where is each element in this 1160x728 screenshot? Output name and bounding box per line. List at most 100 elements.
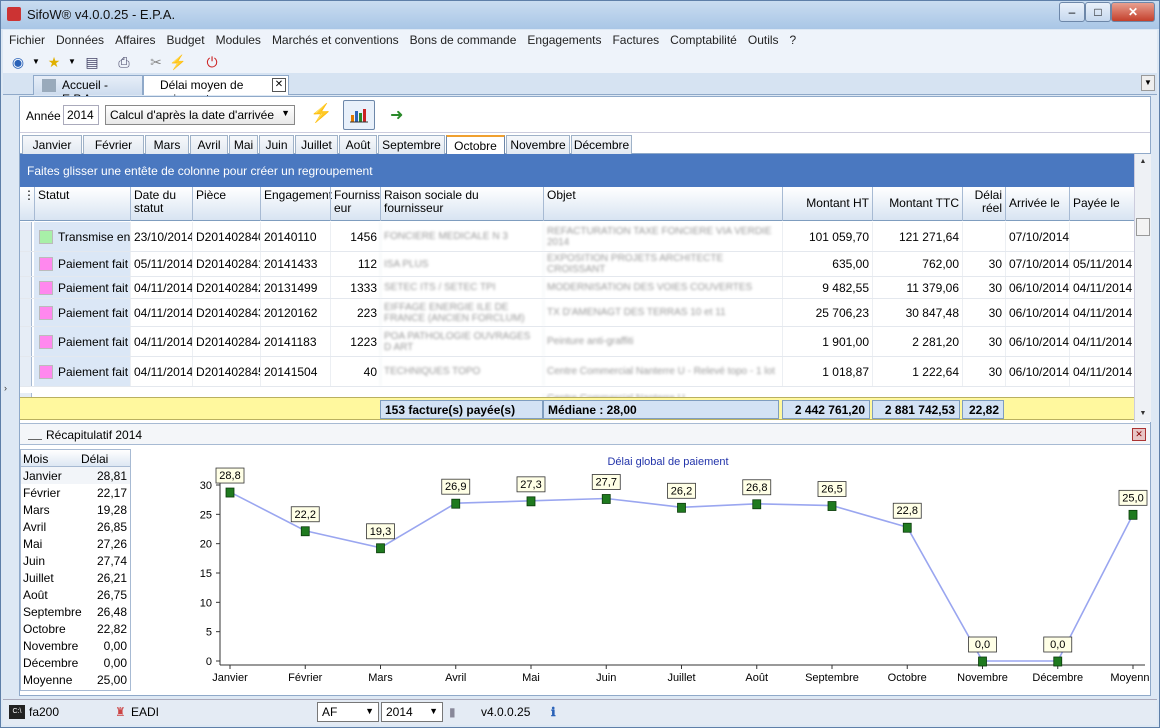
row-indicator[interactable] xyxy=(20,252,32,276)
recap-row[interactable]: Mars 19,28 xyxy=(21,501,130,518)
recap-col-mois[interactable]: Mois xyxy=(23,452,48,466)
recap-row[interactable]: Juin 27,74 xyxy=(21,552,130,569)
close-window-button[interactable]: ✕ xyxy=(1111,2,1155,22)
col-delai[interactable]: Délai réel xyxy=(962,187,1005,221)
tab-octobre[interactable]: Octobre xyxy=(446,135,505,154)
delai-cell: 30 xyxy=(962,299,1005,326)
table-row[interactable]: Transmise en c23/10/2014D201402840201401… xyxy=(20,222,1134,252)
scroll-thumb[interactable] xyxy=(1136,218,1150,236)
info-icon[interactable]: ℹ xyxy=(551,705,556,719)
exit-icon[interactable]: ➜ xyxy=(390,105,403,125)
recap-col-delai[interactable]: Délai xyxy=(81,452,108,466)
favorites-star-icon[interactable]: ★ xyxy=(45,53,63,71)
col-raison-sociale[interactable]: Raison sociale du fournisseur xyxy=(380,187,543,221)
row-indicator[interactable] xyxy=(20,299,32,326)
power-icon[interactable]: ⏻ xyxy=(203,53,221,71)
print-icon[interactable]: ⎙ xyxy=(115,53,133,71)
tab-fevrier[interactable]: Février xyxy=(83,135,144,154)
tab-mars[interactable]: Mars xyxy=(145,135,189,154)
recap-row[interactable]: Novembre 0,00 xyxy=(21,637,130,654)
col-montant-ttc[interactable]: Montant TTC xyxy=(872,187,962,221)
row-indicator[interactable] xyxy=(20,327,32,356)
favorites-dropdown-icon[interactable]: ▼ xyxy=(63,53,81,71)
year-input[interactable]: 2014 xyxy=(63,105,99,125)
calc-mode-select[interactable]: Calcul d'après la date d'arrivée ▼ xyxy=(105,105,295,125)
menu-marches[interactable]: Marchés et conventions xyxy=(266,30,404,47)
tab-decembre[interactable]: Décembre xyxy=(571,135,632,154)
menu-budget[interactable]: Budget xyxy=(161,30,210,47)
tab-delai-moyen[interactable]: Délai moyen de paiement ✕ xyxy=(143,75,289,106)
menu-affaires[interactable]: Affaires xyxy=(109,30,160,47)
col-engagement[interactable]: Engagement xyxy=(260,187,332,221)
col-arrivee[interactable]: Arrivée le xyxy=(1005,187,1069,221)
menu-donnees[interactable]: Données xyxy=(50,30,109,47)
tab-mai[interactable]: Mai xyxy=(229,135,258,154)
minimize-button[interactable]: – xyxy=(1059,2,1085,22)
menu-fichier[interactable]: Fichier xyxy=(3,30,50,47)
menu-engagements[interactable]: Engagements xyxy=(521,30,606,47)
tab-juin[interactable]: Juin xyxy=(259,135,294,154)
menu-outils[interactable]: Outils xyxy=(742,30,784,47)
col-piece[interactable]: Pièce xyxy=(192,187,260,221)
col-montant-ht[interactable]: Montant HT xyxy=(782,187,872,221)
grid-scrollbar[interactable]: ▲ ▼ xyxy=(1134,154,1151,422)
recap-row[interactable]: Février 22,17 xyxy=(21,484,130,501)
tab-aout[interactable]: Août xyxy=(339,135,377,154)
table-row[interactable]: Paiement fait 05/11/2014 D201402841 2014143… xyxy=(20,252,1134,277)
recap-row[interactable]: Août 26,75 xyxy=(21,586,130,603)
delai-cell: 30 xyxy=(962,277,1005,298)
chart-toggle-button[interactable] xyxy=(343,100,375,130)
table-row[interactable]: Paiement fait 04/11/2014 D201402844 2014118… xyxy=(20,327,1134,357)
tab-septembre[interactable]: Septembre xyxy=(378,135,445,154)
row-indicator[interactable] xyxy=(20,357,32,386)
menu-factures[interactable]: Factures xyxy=(606,30,664,47)
recap-row[interactable]: Avril 26,85 xyxy=(21,518,130,535)
recap-row[interactable]: Octobre 22,82 xyxy=(21,620,130,637)
col-payee[interactable]: Payée le xyxy=(1069,187,1134,221)
tab-list-dropdown-icon[interactable]: ▼ xyxy=(1141,75,1155,91)
recap-row[interactable]: Mai 27,26 xyxy=(21,535,130,552)
recap-row[interactable]: Décembre 0,00 xyxy=(21,654,130,671)
tab-accueil[interactable]: Accueil - E.P.A xyxy=(33,75,143,106)
menu-modules[interactable]: Modules xyxy=(210,30,266,47)
group-by-area[interactable]: Faites glisser une entête de colonne pou… xyxy=(20,154,1134,187)
close-tab-icon[interactable]: ✕ xyxy=(272,78,286,92)
budget-select[interactable]: AF ▼ xyxy=(317,702,379,722)
data-point xyxy=(677,502,686,513)
menu-comptabilite[interactable]: Comptabilité xyxy=(664,30,742,47)
recap-panel-header: Récapitulatif 2014 ✕ xyxy=(20,423,1150,445)
tab-juillet[interactable]: Juillet xyxy=(295,135,338,154)
menu-help[interactable]: ? xyxy=(784,30,802,47)
row-indicator[interactable] xyxy=(20,222,32,251)
data-label: 19,3 xyxy=(370,526,391,538)
recap-row[interactable]: Moyenne 25,00 xyxy=(21,671,130,688)
col-statut[interactable]: Statut xyxy=(34,187,130,221)
table-row[interactable]: Paiement fait 04/11/2014 D201402845 2014150… xyxy=(20,357,1134,387)
year-select[interactable]: 2014 ▼ xyxy=(381,702,443,722)
disconnect-icon[interactable]: ✂ xyxy=(147,53,165,71)
menu-bons-commande[interactable]: Bons de commande xyxy=(404,30,522,47)
column-chooser-icon[interactable]: ⋮ xyxy=(20,187,35,221)
recap-row[interactable]: Juillet 26,21 xyxy=(21,569,130,586)
connect-icon[interactable]: ⚡ xyxy=(169,53,187,71)
globe-icon[interactable]: ◉ xyxy=(9,53,27,71)
tab-avril[interactable]: Avril xyxy=(190,135,228,154)
col-fournisseur[interactable]: Fourniss eur xyxy=(330,187,380,221)
scroll-down-icon[interactable]: ▼ xyxy=(1136,407,1150,421)
maximize-button[interactable]: □ xyxy=(1085,2,1111,22)
recap-row[interactable]: Janvier 28,81 xyxy=(21,467,130,484)
recap-row[interactable]: Septembre 26,48 xyxy=(21,603,130,620)
close-recap-icon[interactable]: ✕ xyxy=(1132,428,1146,441)
col-objet[interactable]: Objet xyxy=(543,187,782,221)
scroll-up-icon[interactable]: ▲ xyxy=(1136,155,1150,169)
lightning-icon[interactable]: ⚡ xyxy=(310,103,332,124)
window-list-icon[interactable]: ▤ xyxy=(83,53,101,71)
panel-splitter[interactable]: › xyxy=(3,291,13,491)
col-date-statut[interactable]: Date du statut xyxy=(130,187,192,221)
table-row[interactable]: Paiement fait 04/11/2014 D201402842 2013149… xyxy=(20,277,1134,299)
tab-novembre[interactable]: Novembre xyxy=(506,135,570,154)
tab-janvier[interactable]: Janvier xyxy=(22,135,82,154)
row-indicator[interactable] xyxy=(20,277,32,298)
table-row[interactable]: Paiement fait 04/11/2014 D201402843 2012016… xyxy=(20,299,1134,327)
globe-dropdown-icon[interactable]: ▼ xyxy=(27,53,45,71)
